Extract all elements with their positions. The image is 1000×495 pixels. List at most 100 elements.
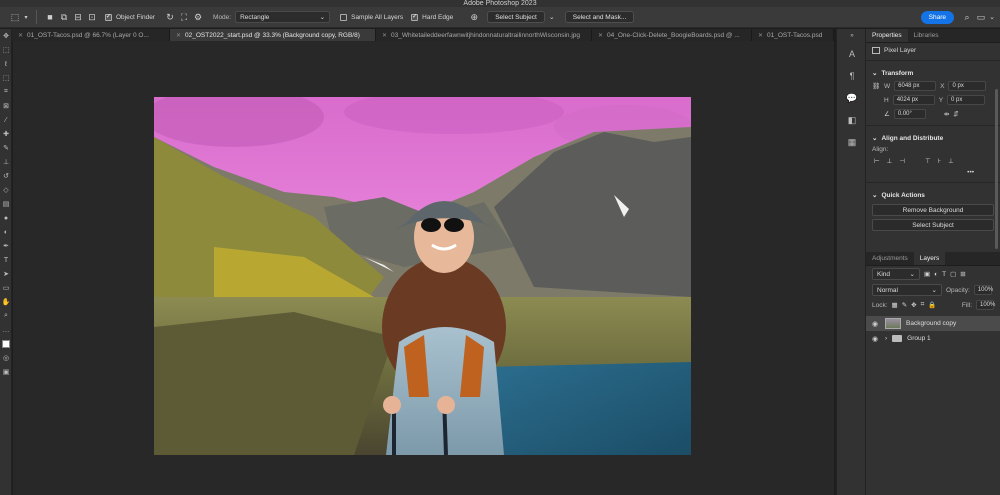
add-to-selection-icon[interactable]: ⧉ xyxy=(57,10,71,24)
tab-document-1[interactable]: ✕ 01_OST-Tacos.psd @ 66.7% (Layer 0 O... xyxy=(12,29,170,41)
x-field[interactable]: 0 px xyxy=(948,81,987,91)
close-icon[interactable]: ✕ xyxy=(176,32,181,39)
brush-tool-icon[interactable]: ✎ xyxy=(0,141,12,155)
lock-image-icon[interactable]: ✎ xyxy=(902,301,907,309)
tab-properties[interactable]: Properties xyxy=(866,29,908,42)
blend-mode-select[interactable]: Normal ⌄ xyxy=(872,284,942,296)
kind-filter-select[interactable]: Kind ⌄ xyxy=(872,268,920,280)
filter-type-icon[interactable]: T xyxy=(942,271,946,278)
select-hair-icon[interactable]: ⊕ xyxy=(467,10,481,24)
new-selection-icon[interactable]: ■ xyxy=(43,10,57,24)
hand-tool-icon[interactable]: ✋ xyxy=(0,295,12,309)
mode-select[interactable]: Rectangle ⌄ xyxy=(235,11,331,23)
refresh-icon[interactable]: ↻ xyxy=(163,10,177,24)
zoom-tool-icon[interactable]: ⌕ xyxy=(0,309,12,323)
preset-dropdown-icon[interactable]: ▾ xyxy=(22,10,30,24)
foreground-background-color-icon[interactable] xyxy=(0,337,12,351)
align-center-vertical-icon[interactable]: ⊦ xyxy=(938,157,941,165)
adjustments-icon[interactable]: ◧ xyxy=(837,109,867,131)
layer-row[interactable]: ◉ Background copy xyxy=(866,316,1000,331)
intersect-selection-icon[interactable]: ⊡ xyxy=(85,10,99,24)
flip-vertical-icon[interactable]: ⇵ xyxy=(953,110,958,118)
clone-stamp-tool-icon[interactable]: ⊥ xyxy=(0,155,12,169)
lock-artboard-icon[interactable]: ⌗ xyxy=(921,301,925,309)
remove-background-button[interactable]: Remove Background xyxy=(872,204,994,216)
width-field[interactable]: 6048 px xyxy=(894,81,937,91)
lock-position-icon[interactable]: ✥ xyxy=(911,301,916,309)
comments-icon[interactable]: 💬 xyxy=(837,87,867,109)
filter-smart-object-icon[interactable]: ⊞ xyxy=(960,270,965,278)
share-button[interactable]: Share xyxy=(920,10,954,24)
tab-document-3[interactable]: ✕ 03_Whitetaileddeerfawnwitjhindonnatura… xyxy=(376,29,592,41)
close-icon[interactable]: ✕ xyxy=(598,32,603,39)
move-tool-icon[interactable]: ✥ xyxy=(0,29,12,43)
screen-mode-icon[interactable]: ▣ xyxy=(0,365,12,379)
tab-layers[interactable]: Layers xyxy=(913,252,946,265)
show-all-objects-icon[interactable]: ⛶ xyxy=(177,10,191,24)
fill-field[interactable]: 100% xyxy=(976,300,995,310)
select-subject-button[interactable]: Select Subject xyxy=(487,11,545,23)
align-center-horizontal-icon[interactable]: ⊥ xyxy=(887,157,893,165)
quick-mask-icon[interactable]: ◎ xyxy=(0,351,12,365)
eraser-tool-icon[interactable]: ◇ xyxy=(0,183,12,197)
object-finder-checkbox[interactable]: ✓ Object Finder xyxy=(105,13,155,21)
history-brush-tool-icon[interactable]: ↺ xyxy=(0,169,12,183)
rectangle-tool-icon[interactable]: ▭ xyxy=(0,281,12,295)
align-top-icon[interactable]: ⊤ xyxy=(925,157,931,165)
link-icon[interactable]: ⛓ xyxy=(872,82,880,90)
visibility-eye-icon[interactable]: ◉ xyxy=(872,335,880,343)
filter-shape-icon[interactable]: ▢ xyxy=(950,270,956,278)
transform-section-header[interactable]: ⌄ Transform xyxy=(866,65,1000,79)
more-tools-icon[interactable]: … xyxy=(0,323,12,337)
subtract-from-selection-icon[interactable]: ⊟ xyxy=(71,10,85,24)
lasso-tool-icon[interactable]: ℓ xyxy=(0,57,12,71)
dodge-tool-icon[interactable]: ◐ xyxy=(0,225,12,239)
select-and-mask-button[interactable]: Select and Mask... xyxy=(564,11,635,23)
angle-field[interactable]: 0.00° xyxy=(893,109,926,119)
pen-tool-icon[interactable]: ✒ xyxy=(0,239,12,253)
lock-all-icon[interactable]: 🔒 xyxy=(928,301,936,309)
tab-libraries[interactable]: Libraries xyxy=(908,29,945,42)
align-section-header[interactable]: ⌄ Align and Distribute xyxy=(866,130,1000,144)
healing-brush-tool-icon[interactable]: ✚ xyxy=(0,127,12,141)
blur-tool-icon[interactable]: ● xyxy=(0,211,12,225)
tab-document-4[interactable]: ✕ 04_One-Click-Delete_BoogieBoards.psd @… xyxy=(592,29,752,41)
type-tool-icon[interactable]: T xyxy=(0,253,12,267)
eyedropper-tool-icon[interactable]: ⁄ xyxy=(0,113,12,127)
flip-horizontal-icon[interactable]: ⇹ xyxy=(944,110,949,118)
close-icon[interactable]: ✕ xyxy=(382,32,387,39)
hard-edge-checkbox[interactable]: ✓ Hard Edge xyxy=(411,13,453,21)
select-subject-quick-button[interactable]: Select Subject xyxy=(872,219,994,231)
paragraph-icon[interactable]: ¶ xyxy=(837,65,867,87)
lock-transparent-icon[interactable]: ▦ xyxy=(892,301,898,309)
search-icon[interactable]: ⌕ xyxy=(960,10,974,24)
filter-adjustment-icon[interactable]: ◐ xyxy=(934,271,938,278)
panel-scrollbar[interactable] xyxy=(995,89,998,249)
path-selection-tool-icon[interactable]: ➤ xyxy=(0,267,12,281)
opacity-field[interactable]: 100% xyxy=(973,285,993,295)
workspace-icon[interactable]: ▭ xyxy=(974,10,988,24)
more-options-icon[interactable]: ••• xyxy=(967,169,974,176)
crop-tool-icon[interactable]: ⌗ xyxy=(0,85,12,99)
chevron-right-icon[interactable]: › xyxy=(885,335,887,342)
libraries-icon[interactable]: ▦ xyxy=(837,131,867,153)
visibility-eye-icon[interactable]: ◉ xyxy=(872,320,880,328)
close-icon[interactable]: ✕ xyxy=(758,32,763,39)
align-right-icon[interactable]: ⊣ xyxy=(899,157,905,165)
character-icon[interactable]: A xyxy=(837,43,867,65)
tab-document-2[interactable]: ✕ 02_OST2022_start.psd @ 33.3% (Backgrou… xyxy=(170,29,376,41)
gear-icon[interactable]: ⚙ xyxy=(191,10,205,24)
object-selection-tool-icon[interactable]: ⬚ xyxy=(0,71,12,85)
tab-document-5[interactable]: ✕ 01_OST-Tacos.psd xyxy=(752,29,834,41)
align-bottom-icon[interactable]: ⊥ xyxy=(948,157,954,165)
select-subject-dropdown-icon[interactable]: ⌄ xyxy=(545,10,559,24)
quick-actions-section-header[interactable]: ⌄ Quick Actions xyxy=(866,187,1000,201)
history-icon[interactable]: » xyxy=(837,29,867,43)
document-image[interactable] xyxy=(154,97,691,455)
layer-row[interactable]: ◉ › Group 1 xyxy=(866,331,1000,346)
gradient-tool-icon[interactable]: ▤ xyxy=(0,197,12,211)
align-left-icon[interactable]: ⊢ xyxy=(874,157,880,165)
marquee-tool-icon[interactable]: ⬚ xyxy=(0,43,12,57)
sample-all-layers-checkbox[interactable]: Sample All Layers xyxy=(340,13,403,21)
tab-adjustments[interactable]: Adjustments xyxy=(866,252,914,265)
